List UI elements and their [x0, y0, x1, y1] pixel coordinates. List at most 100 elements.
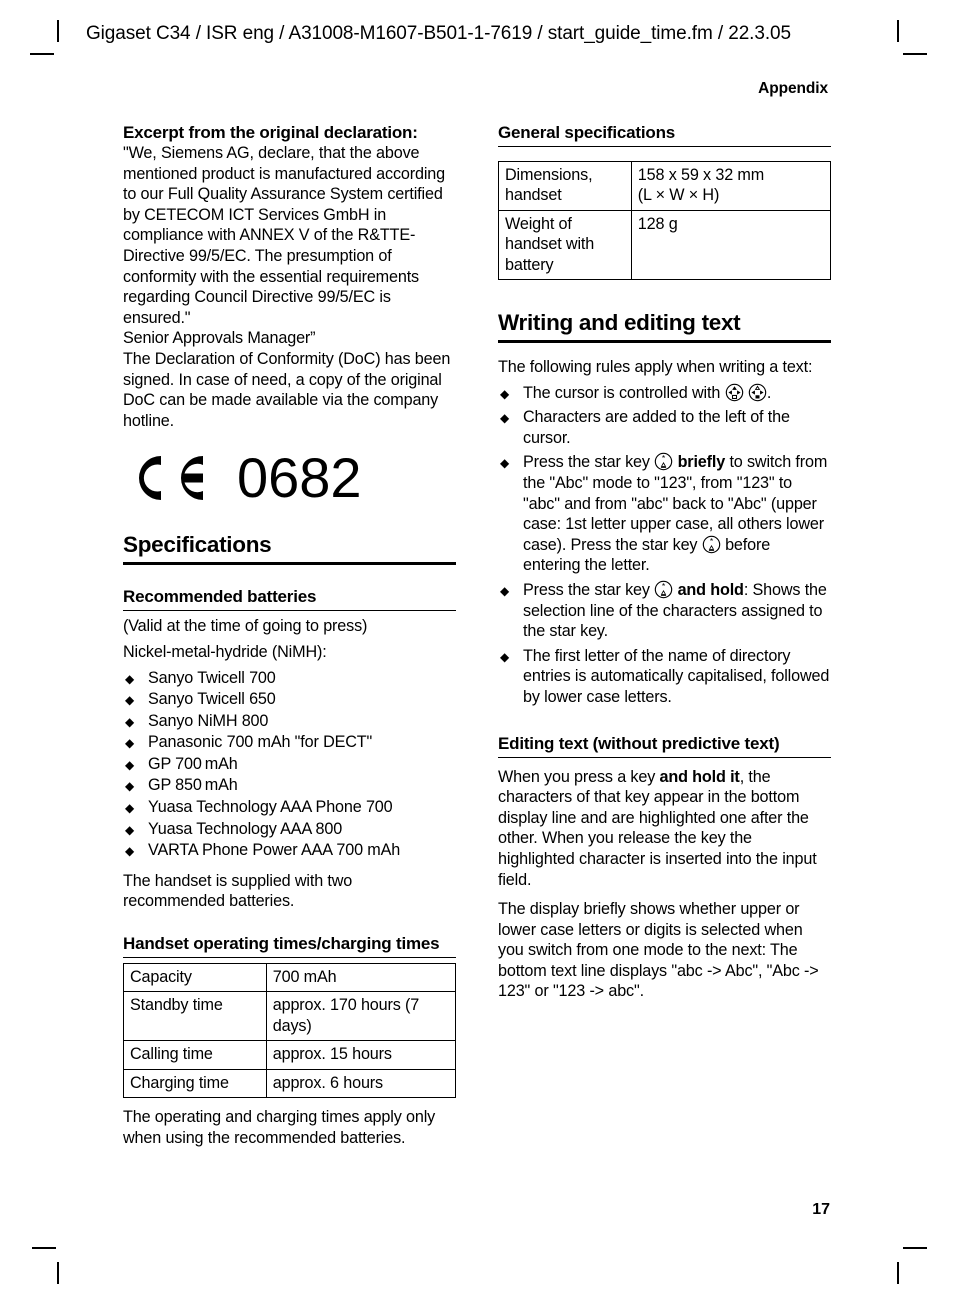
operating-times-footnote: The operating and charging times apply o… [123, 1108, 436, 1147]
crop-mark-top-right-horizontal [903, 53, 927, 55]
battery-name: Yuasa Technology AAA 800 [148, 819, 343, 838]
table-cell-value: 158 x 59 x 32 mm (L × W × H) [630, 161, 832, 211]
diamond-bullet-icon: ◆ [125, 822, 135, 837]
diamond-bullet-icon: ◆ [500, 583, 510, 598]
document-header-line: Gigaset C34 / ISR eng / A31008-M1607-B50… [86, 23, 791, 44]
rule-text-bold-1: briefly [677, 453, 726, 472]
table-cell-label: Weight of handset with battery [498, 209, 632, 281]
table-cell-label: Calling time [123, 1040, 267, 1070]
crop-mark-top-left-horizontal [30, 53, 54, 55]
star-key-icon: * [654, 452, 673, 471]
battery-name: Sanyo Twicell 700 [148, 668, 276, 687]
right-column: General specifications Dimensions, hands… [498, 122, 832, 1148]
rule-text: The first letter of the name of director… [523, 646, 830, 706]
page-section-title: Appendix [758, 80, 828, 97]
rule-text-suffix: . [766, 383, 772, 402]
crop-mark-bottom-right-horizontal [903, 1247, 927, 1249]
ce-mark-block: 0682 [123, 445, 456, 511]
list-item: ◆ Yuasa Technology AAA Phone 700 [123, 797, 456, 818]
list-item: ◆ GP 700 mAh [123, 754, 456, 775]
table-cell-value: 128 g [630, 209, 832, 281]
editing-paragraph-1: When you press a key and hold it, the ch… [498, 767, 831, 891]
diamond-bullet-icon: ◆ [500, 649, 510, 664]
crop-mark-bottom-right-vertical [897, 1262, 899, 1284]
rule-text-bold-1: and hold [677, 580, 744, 599]
table-cell-label: Standby time [123, 991, 267, 1042]
list-item: ◆ GP 850 mAh [123, 775, 456, 796]
crop-mark-top-right-vertical [897, 20, 899, 42]
navigation-key-left-right-icon [748, 383, 767, 402]
editing-text-heading: Editing text (without predictive text) [498, 733, 831, 758]
editing-paragraph-1-part-1: When you press a key [498, 767, 660, 786]
navigation-key-up-down-icon [725, 383, 744, 402]
list-item: ◆ Yuasa Technology AAA 800 [123, 819, 456, 840]
table-row: Charging time approx. 6 hours [123, 1068, 457, 1099]
table-row: Standby time approx. 170 hours (7 days) [123, 991, 457, 1042]
batteries-chemistry: Nickel-metal-hydride (NiMH): [123, 642, 327, 661]
editing-paragraph-1-bold: and hold it [659, 767, 740, 786]
star-key-icon: * [702, 535, 721, 554]
diamond-bullet-icon: ◆ [125, 757, 135, 772]
star-key-icon: * [654, 580, 673, 599]
general-specifications-heading: General specifications [498, 122, 831, 147]
table-cell-value: approx. 170 hours (7 days) [265, 991, 457, 1042]
operating-times-table: Capacity 700 mAh Standby time approx. 17… [123, 963, 457, 1099]
crop-mark-bottom-left-vertical [57, 1262, 59, 1284]
diamond-bullet-icon: ◆ [125, 714, 135, 729]
general-specifications-table: Dimensions, handset 158 x 59 x 32 mm (L … [498, 161, 832, 281]
ce-notified-body-number: 0682 [237, 446, 362, 510]
diamond-bullet-icon: ◆ [125, 693, 135, 708]
recommended-batteries-list: ◆ Sanyo Twicell 700 ◆ Sanyo Twicell 650 ◆ S… [123, 668, 456, 861]
table-cell-label: Capacity [123, 963, 267, 993]
table-row: Dimensions, handset 158 x 59 x 32 mm (L … [498, 161, 832, 211]
list-item: ◆ Press the star key * and hold: Shows th… [498, 580, 831, 642]
battery-name: GP 700 mAh [148, 754, 238, 773]
left-column: Excerpt from the original declaration: "… [123, 122, 457, 1148]
crop-mark-top-left-vertical [57, 20, 59, 42]
batteries-supplied-note: The handset is supplied with two recomme… [123, 871, 353, 911]
page-number: 17 [812, 1201, 830, 1218]
list-item: ◆ Sanyo NiMH 800 [123, 711, 456, 732]
list-item: ◆ Sanyo Twicell 650 [123, 689, 456, 710]
page-body: Excerpt from the original declaration: "… [123, 122, 832, 1148]
writing-intro-paragraph: The following rules apply when writing a… [498, 358, 813, 377]
table-cell-value: approx. 15 hours [265, 1040, 457, 1070]
specifications-heading: Specifications [123, 532, 456, 566]
rule-text-part-1: Press the star key [523, 580, 655, 599]
writing-rules-list: ◆ The cursor is controlled with . ◆ Charac… [498, 383, 831, 708]
battery-name: GP 850 mAh [148, 776, 238, 795]
table-row: Weight of handset with battery 128 g [498, 209, 832, 281]
rule-text-prefix: The cursor is controlled with [523, 383, 725, 402]
table-cell-label: Dimensions, handset [498, 161, 632, 211]
batteries-validity-note: (Valid at the time of going to press) [123, 617, 368, 636]
battery-name: VARTA Phone Power AAA 700 mAh [148, 841, 401, 860]
svg-text:*: * [662, 454, 666, 464]
table-row: Calling time approx. 15 hours [123, 1040, 457, 1070]
diamond-bullet-icon: ◆ [500, 456, 510, 471]
list-item: ◆ Panasonic 700 mAh "for DECT" [123, 732, 456, 753]
diamond-bullet-icon: ◆ [125, 671, 135, 686]
operating-times-heading: Handset operating times/charging times [123, 933, 456, 959]
list-item: ◆ Characters are added to the left of the… [498, 407, 831, 448]
svg-text:*: * [662, 581, 666, 591]
diamond-bullet-icon: ◆ [125, 844, 135, 859]
recommended-batteries-heading: Recommended batteries [123, 586, 456, 612]
writing-editing-text-heading: Writing and editing text [498, 310, 831, 344]
battery-name: Sanyo Twicell 650 [148, 690, 276, 709]
list-item: ◆ VARTA Phone Power AAA 700 mAh [123, 840, 456, 861]
table-cell-value: 700 mAh [265, 963, 457, 993]
table-row: Capacity 700 mAh [123, 963, 457, 993]
list-item: ◆ Sanyo Twicell 700 [123, 668, 456, 689]
diamond-bullet-icon: ◆ [500, 411, 510, 426]
list-item: ◆ Press the star key * briefly to switch … [498, 452, 831, 576]
declaration-paragraph-1: "We, Siemens AG, declare, that the above… [123, 144, 445, 327]
diamond-bullet-icon: ◆ [125, 736, 135, 751]
declaration-signature: Senior Approvals Manager” [123, 329, 316, 348]
diamond-bullet-icon: ◆ [125, 779, 135, 794]
diamond-bullet-icon: ◆ [125, 801, 135, 816]
battery-name: Sanyo NiMH 800 [148, 711, 269, 730]
table-cell-value: approx. 6 hours [265, 1068, 457, 1099]
list-item: ◆ The first letter of the name of directo… [498, 646, 831, 708]
ce-mark-icon [131, 451, 207, 505]
battery-name: Yuasa Technology AAA Phone 700 [148, 798, 393, 817]
